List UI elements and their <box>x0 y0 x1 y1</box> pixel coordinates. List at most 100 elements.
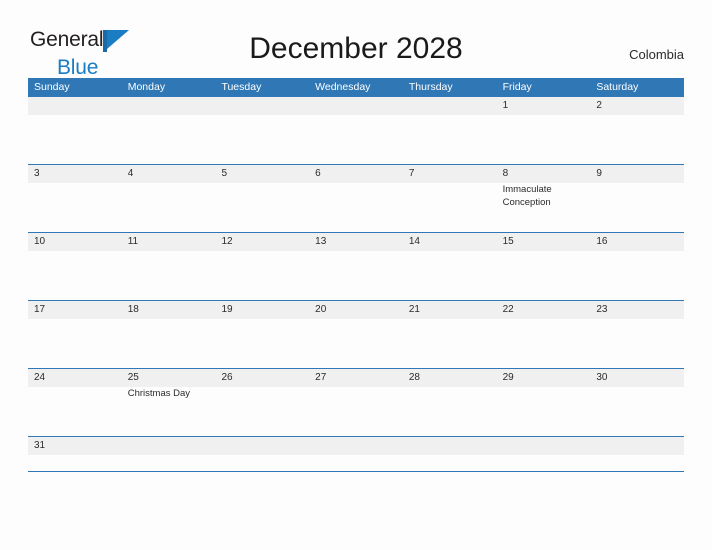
day-number[interactable] <box>309 437 403 455</box>
day-event <box>309 251 403 300</box>
day-number[interactable] <box>28 97 122 115</box>
day-number[interactable]: 25 <box>122 369 216 387</box>
day-number[interactable]: 24 <box>28 369 122 387</box>
weekday-header-wednesday: Wednesday <box>315 81 371 93</box>
day-number[interactable]: 29 <box>497 369 591 387</box>
day-number[interactable]: 19 <box>215 301 309 319</box>
day-event <box>309 115 403 164</box>
day-number[interactable]: 5 <box>215 165 309 183</box>
day-event <box>403 115 497 164</box>
week-day-numbers: 1 2 <box>28 97 684 115</box>
day-event <box>590 183 684 232</box>
day-event <box>497 319 591 368</box>
day-number[interactable]: 3 <box>28 165 122 183</box>
day-number[interactable] <box>122 97 216 115</box>
day-number[interactable]: 9 <box>590 165 684 183</box>
week-day-events <box>28 455 684 471</box>
day-event <box>309 319 403 368</box>
weekday-header-saturday: Saturday <box>596 81 639 93</box>
day-number[interactable]: 1 <box>497 97 591 115</box>
day-number[interactable] <box>403 437 497 455</box>
day-number[interactable]: 4 <box>122 165 216 183</box>
week-day-events <box>28 319 684 368</box>
day-number[interactable]: 17 <box>28 301 122 319</box>
day-event <box>215 183 309 232</box>
day-number[interactable]: 11 <box>122 233 216 251</box>
calendar-week-row: 10 11 12 13 14 15 16 <box>28 232 684 300</box>
day-event <box>122 455 216 471</box>
week-day-events: Immaculate Conception <box>28 183 684 232</box>
calendar-week-row: 31 <box>28 436 684 472</box>
day-event <box>28 183 122 232</box>
day-event <box>122 183 216 232</box>
day-event <box>497 251 591 300</box>
day-number[interactable]: 27 <box>309 369 403 387</box>
day-event <box>28 387 122 436</box>
day-number[interactable] <box>215 437 309 455</box>
day-event <box>122 115 216 164</box>
week-day-events <box>28 115 684 164</box>
day-event <box>122 251 216 300</box>
day-event <box>215 319 309 368</box>
day-number[interactable]: 23 <box>590 301 684 319</box>
day-number[interactable]: 8 <box>497 165 591 183</box>
weekday-header-sunday: Sunday <box>34 81 70 93</box>
day-event <box>309 455 403 471</box>
weekday-header-monday: Monday <box>127 81 166 93</box>
day-event <box>497 455 591 471</box>
day-event <box>122 319 216 368</box>
weekday-header-tuesday: Tuesday <box>221 81 262 93</box>
day-number[interactable]: 31 <box>28 437 122 455</box>
day-number[interactable]: 22 <box>497 301 591 319</box>
day-event <box>215 455 309 471</box>
day-number[interactable]: 10 <box>28 233 122 251</box>
day-number[interactable] <box>403 97 497 115</box>
day-event <box>309 387 403 436</box>
day-number[interactable] <box>590 437 684 455</box>
day-event <box>497 387 591 436</box>
calendar-week-row: 3 4 5 6 7 8 9 Immaculate Conception <box>28 164 684 232</box>
day-number[interactable]: 16 <box>590 233 684 251</box>
day-event <box>403 183 497 232</box>
weekday-header-friday: Friday <box>502 81 532 93</box>
day-number[interactable]: 15 <box>497 233 591 251</box>
day-number[interactable] <box>122 437 216 455</box>
day-event <box>590 387 684 436</box>
page-header: General Blue December 2028 Colombia <box>0 0 712 78</box>
day-number[interactable]: 30 <box>590 369 684 387</box>
week-day-numbers: 24 25 26 27 28 29 30 <box>28 369 684 387</box>
day-event <box>28 319 122 368</box>
day-number[interactable]: 14 <box>403 233 497 251</box>
day-number[interactable]: 13 <box>309 233 403 251</box>
day-number[interactable]: 20 <box>309 301 403 319</box>
day-event <box>403 387 497 436</box>
day-event <box>403 455 497 471</box>
weekday-header-row: Sunday Monday Tuesday Wednesday Thursday… <box>28 78 684 96</box>
day-number[interactable]: 26 <box>215 369 309 387</box>
calendar-grid: Sunday Monday Tuesday Wednesday Thursday… <box>28 78 684 472</box>
day-number[interactable]: 6 <box>309 165 403 183</box>
day-number[interactable] <box>215 97 309 115</box>
country-label: Colombia <box>629 47 684 62</box>
weekday-header-thursday: Thursday <box>408 81 453 93</box>
week-day-events <box>28 251 684 300</box>
day-event <box>590 115 684 164</box>
page-title: December 2028 <box>249 32 463 65</box>
calendar-week-row: 24 25 26 27 28 29 30 Christmas Day <box>28 368 684 436</box>
day-number[interactable] <box>309 97 403 115</box>
day-number[interactable]: 28 <box>403 369 497 387</box>
day-event <box>497 115 591 164</box>
day-event <box>215 387 309 436</box>
day-number[interactable]: 21 <box>403 301 497 319</box>
day-number[interactable]: 7 <box>403 165 497 183</box>
day-number[interactable]: 2 <box>590 97 684 115</box>
day-event <box>590 319 684 368</box>
day-event <box>28 115 122 164</box>
day-number[interactable]: 12 <box>215 233 309 251</box>
day-event <box>309 183 403 232</box>
day-number[interactable] <box>497 437 591 455</box>
day-event-holiday: Immaculate Conception <box>502 184 552 208</box>
week-day-numbers: 17 18 19 20 21 22 23 <box>28 301 684 319</box>
day-number[interactable]: 18 <box>122 301 216 319</box>
week-day-numbers: 10 11 12 13 14 15 16 <box>28 233 684 251</box>
